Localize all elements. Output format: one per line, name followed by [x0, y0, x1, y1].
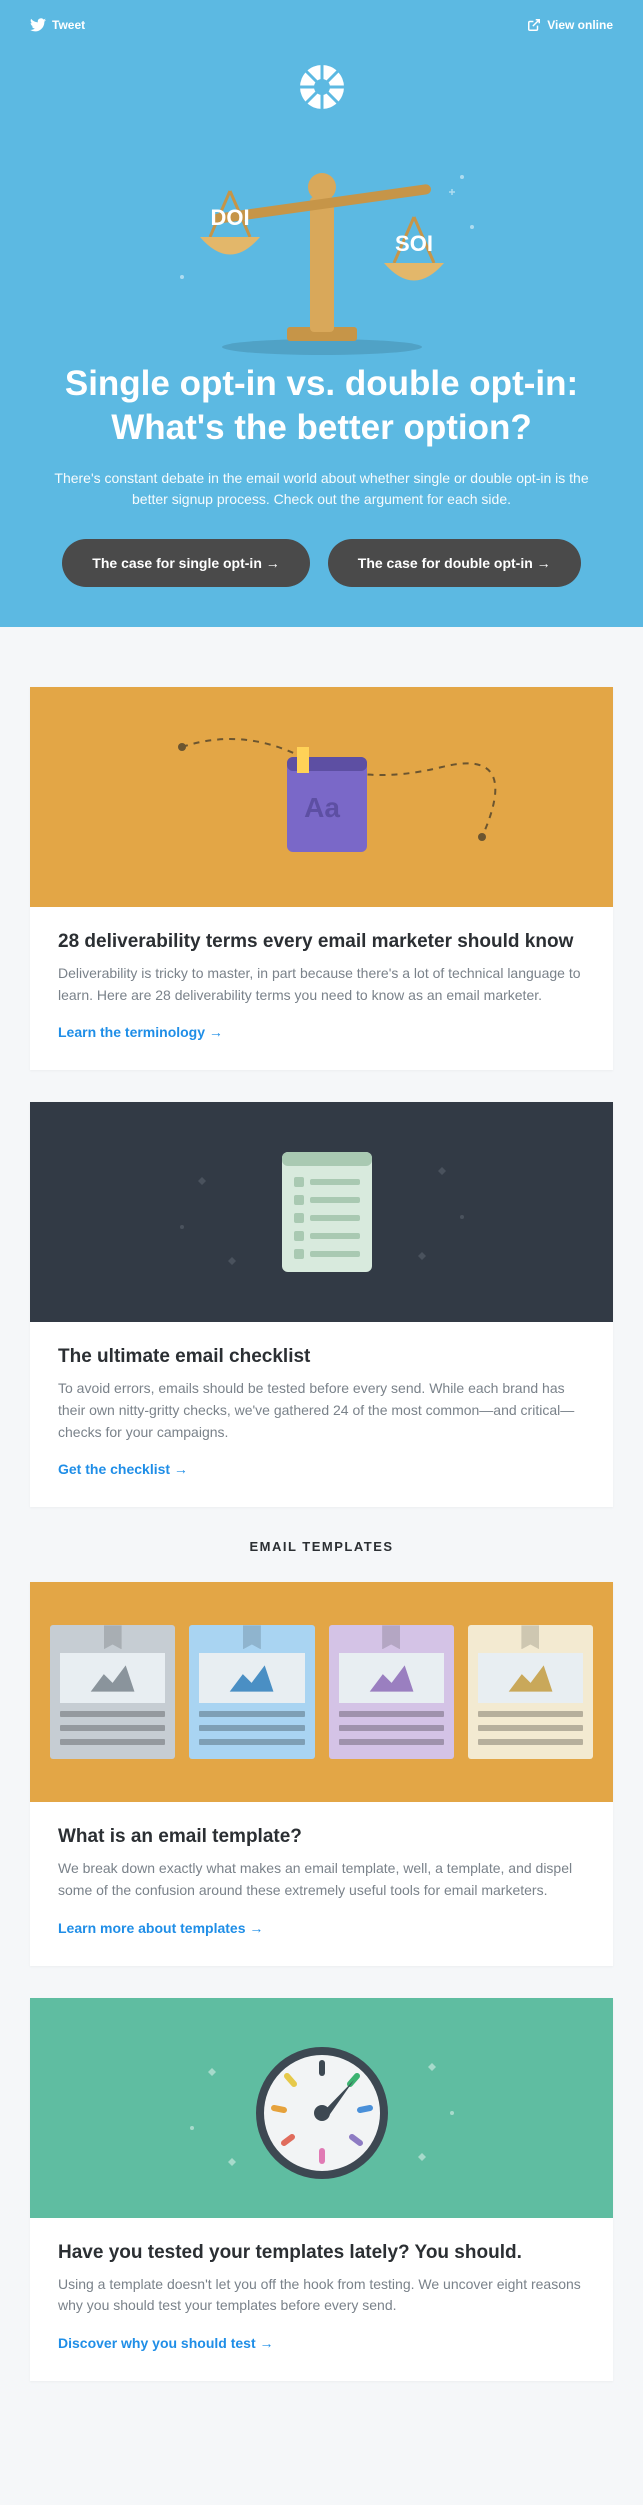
scale-illustration: DOI SOI: [30, 132, 613, 362]
svg-text:DOI: DOI: [210, 205, 249, 230]
svg-text:SOI: SOI: [395, 231, 433, 256]
deliverability-title: 28 deliverability terms every email mark…: [58, 931, 585, 953]
template-illustration: [30, 1582, 613, 1802]
single-optin-button[interactable]: The case for single opt-in: [62, 539, 309, 587]
hero-title: Single opt-in vs. double opt-in: What's …: [42, 362, 602, 450]
tweet-link[interactable]: Tweet: [30, 18, 85, 32]
logo: [297, 62, 347, 112]
double-optin-button[interactable]: The case for double opt-in: [328, 539, 581, 587]
svg-text:Aa: Aa: [304, 792, 340, 823]
content-area: Aa 28 deliverability terms every email m…: [0, 627, 643, 2443]
checklist-text: To avoid errors, emails should be tested…: [58, 1378, 585, 1443]
testing-card: Have you tested your templates lately? Y…: [30, 1998, 613, 2381]
testing-link[interactable]: Discover why you should test: [58, 2335, 274, 2351]
deliverability-illustration: Aa: [30, 687, 613, 907]
testing-text: Using a template doesn't let you off the…: [58, 2274, 585, 2317]
template-text: We break down exactly what makes an emai…: [58, 1858, 585, 1901]
hero-section: Tweet View online DOI SOI Single opt-in …: [0, 0, 643, 627]
testing-title: Have you tested your templates lately? Y…: [58, 2242, 585, 2264]
testing-illustration: [30, 1998, 613, 2218]
checklist-link[interactable]: Get the checklist: [58, 1461, 188, 1477]
view-online-label: View online: [547, 18, 613, 32]
deliverability-card: Aa 28 deliverability terms every email m…: [30, 687, 613, 1070]
deliverability-link[interactable]: Learn the terminology: [58, 1024, 223, 1040]
deliverability-text: Deliverability is tricky to master, in p…: [58, 963, 585, 1006]
checklist-illustration: [30, 1102, 613, 1322]
tweet-label: Tweet: [52, 18, 85, 32]
external-link-icon: [527, 18, 541, 32]
template-title: What is an email template?: [58, 1826, 585, 1848]
section-label: EMAIL TEMPLATES: [30, 1539, 613, 1554]
checklist-card: The ultimate email checklist To avoid er…: [30, 1102, 613, 1507]
hero-button-row: The case for single opt-in The case for …: [30, 539, 613, 587]
view-online-link[interactable]: View online: [527, 18, 613, 32]
top-bar: Tweet View online: [30, 18, 613, 32]
template-card: What is an email template? We break down…: [30, 1582, 613, 1965]
checklist-title: The ultimate email checklist: [58, 1346, 585, 1368]
hero-subtitle: There's constant debate in the email wor…: [52, 468, 592, 511]
template-link[interactable]: Learn more about templates: [58, 1920, 263, 1936]
twitter-icon: [30, 18, 46, 32]
